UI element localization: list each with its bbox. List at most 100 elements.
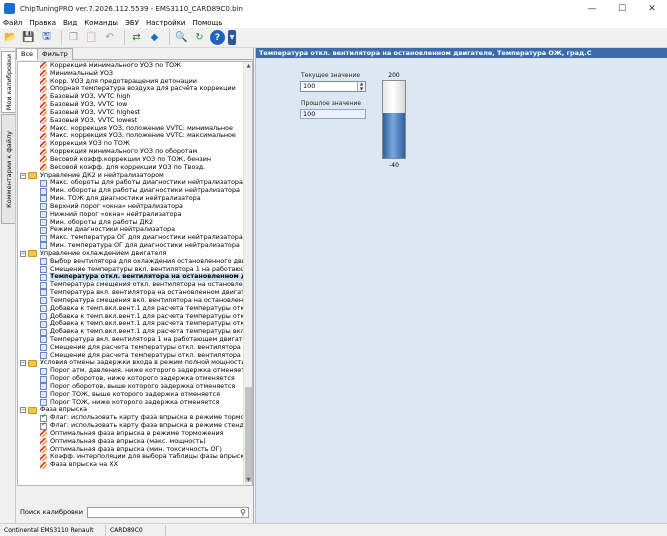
collapse-toggle-icon[interactable]: −: [20, 407, 26, 414]
current-value-label: Текущее значение: [301, 72, 361, 79]
toolbar-separator: [61, 30, 62, 45]
status-ecu: Continental EMS3110 Renault: [0, 524, 106, 536]
minimize-button[interactable]: —: [577, 0, 607, 17]
collapse-toggle-icon[interactable]: −: [20, 360, 26, 367]
menu-edit[interactable]: Правка: [29, 19, 56, 27]
search-input[interactable]: ⚲: [87, 506, 249, 518]
gauge-min-label: -40: [389, 162, 399, 169]
toolbar-separator: [124, 30, 125, 45]
curve-icon: [40, 62, 47, 70]
collapse-toggle-icon[interactable]: −: [20, 172, 26, 179]
table-icon: [40, 297, 47, 305]
scroll-down-arrow[interactable]: ▼: [244, 476, 252, 485]
save-icon[interactable]: 💾: [21, 30, 36, 45]
curve-icon: [40, 93, 47, 101]
table-icon: [40, 203, 47, 211]
current-value-text: 100: [303, 82, 316, 90]
tree-item-label: Фаза впрыска на ХХ: [50, 460, 119, 469]
tree-item[interactable]: Фаза впрыска на ХХ: [18, 460, 244, 469]
scroll-up-arrow[interactable]: ▲: [244, 62, 252, 71]
menu-ecu[interactable]: ЭБУ: [125, 19, 139, 27]
table-icon: [40, 305, 47, 313]
curve-icon: [40, 70, 47, 78]
status-calibration: CARD89C0: [106, 524, 166, 536]
swap-icon[interactable]: ↻: [192, 30, 207, 45]
tab-my-calibrations[interactable]: Мои калибровки: [1, 51, 15, 113]
spin-down-icon[interactable]: ▼: [358, 86, 365, 92]
gauge-fill: [383, 113, 405, 158]
curve-icon: [40, 461, 47, 469]
table-icon: [40, 273, 47, 281]
save-as-icon[interactable]: 🖫: [39, 30, 54, 45]
table-icon: [40, 344, 47, 352]
search-bar: Поиск калибровки ⚲: [17, 505, 253, 519]
curve-icon: [40, 438, 47, 446]
search-icon[interactable]: 🔍: [174, 30, 189, 45]
folder-icon: [28, 359, 37, 367]
undo-icon[interactable]: ↶: [102, 30, 117, 45]
close-button[interactable]: ✕: [637, 0, 667, 17]
editor-panel: Температура откл. вентилятора на останов…: [255, 48, 667, 523]
table-icon: [40, 234, 47, 242]
folder-icon: [28, 250, 37, 258]
tab-filter[interactable]: Фильтр: [37, 48, 73, 60]
collapse-toggle-icon[interactable]: −: [20, 250, 26, 257]
menu-commands[interactable]: Команды: [84, 19, 118, 27]
previous-value-label: Прошлое значение: [301, 100, 362, 107]
curve-icon: [40, 148, 47, 156]
search-label: Поиск калибровки: [20, 508, 84, 516]
menu-help[interactable]: Помощь: [192, 19, 222, 27]
toolbar-separator: [169, 30, 170, 45]
calibration-panel: Все Фильтр Коррекция минимального УОЗ по…: [16, 48, 254, 523]
table-icon: [40, 195, 47, 203]
table-icon: [40, 391, 47, 399]
curve-icon: [40, 140, 47, 148]
window-title: ChipTuningPRO ver.7.2026.112.5539 - EMS3…: [20, 4, 243, 13]
curve-icon: [40, 430, 47, 438]
curve-icon: [40, 85, 47, 93]
editor-header: Температура откл. вентилятора на останов…: [256, 48, 667, 58]
menu-settings[interactable]: Настройки: [146, 19, 186, 27]
menu-bar: Файл Правка Вид Команды ЭБУ Настройки По…: [0, 17, 667, 28]
folder-icon: [28, 172, 37, 179]
previous-value-field: 100: [300, 109, 366, 119]
curve-icon: [40, 132, 47, 140]
table-icon: [40, 336, 47, 344]
tree-tabs: Все Фильтр: [16, 48, 254, 60]
menu-file[interactable]: Файл: [3, 19, 22, 27]
table-icon: [40, 258, 47, 266]
app-icon: [4, 3, 15, 14]
compare-icon[interactable]: ⇄: [129, 30, 144, 45]
table-icon: [40, 383, 47, 391]
help-icon[interactable]: ?: [210, 30, 225, 45]
maximize-button[interactable]: ☐: [607, 0, 637, 17]
table-icon: [40, 328, 47, 336]
tab-file-comments[interactable]: Комментарии к файлу: [1, 114, 15, 224]
table-icon: [40, 265, 47, 273]
table-icon: [40, 289, 47, 297]
curve-icon: [40, 125, 47, 133]
tree-items: Коррекция минимального УОЗ по ТОЖ Минимал…: [18, 62, 244, 485]
open-folder-icon[interactable]: 📂: [3, 30, 18, 45]
table-icon: [40, 375, 47, 383]
curve-icon: [40, 78, 47, 86]
calibration-tree: Коррекция минимального УОЗ по ТОЖ Минимал…: [17, 61, 253, 486]
tab-all[interactable]: Все: [16, 48, 39, 60]
table-icon: [40, 218, 47, 226]
copy-icon[interactable]: ❐: [66, 30, 81, 45]
table-icon: [40, 187, 47, 195]
paste-icon[interactable]: 📋: [84, 30, 99, 45]
table-icon: [40, 281, 47, 289]
diamond-icon[interactable]: ◆: [147, 30, 162, 45]
scroll-thumb[interactable]: [245, 387, 252, 482]
tree-scrollbar[interactable]: ▲ ▼: [243, 62, 252, 485]
spin-buttons[interactable]: ▲ ▼: [357, 81, 365, 92]
table-icon: [40, 211, 47, 219]
checkbox-flag-icon: [40, 421, 47, 430]
search-icon[interactable]: ⚲: [240, 508, 246, 518]
value-gauge[interactable]: [382, 80, 406, 159]
curve-icon: [40, 156, 47, 164]
dropdown-icon[interactable]: ▼: [228, 30, 236, 45]
menu-view[interactable]: Вид: [63, 19, 77, 27]
current-value-input[interactable]: 100 ▲ ▼: [300, 81, 366, 92]
